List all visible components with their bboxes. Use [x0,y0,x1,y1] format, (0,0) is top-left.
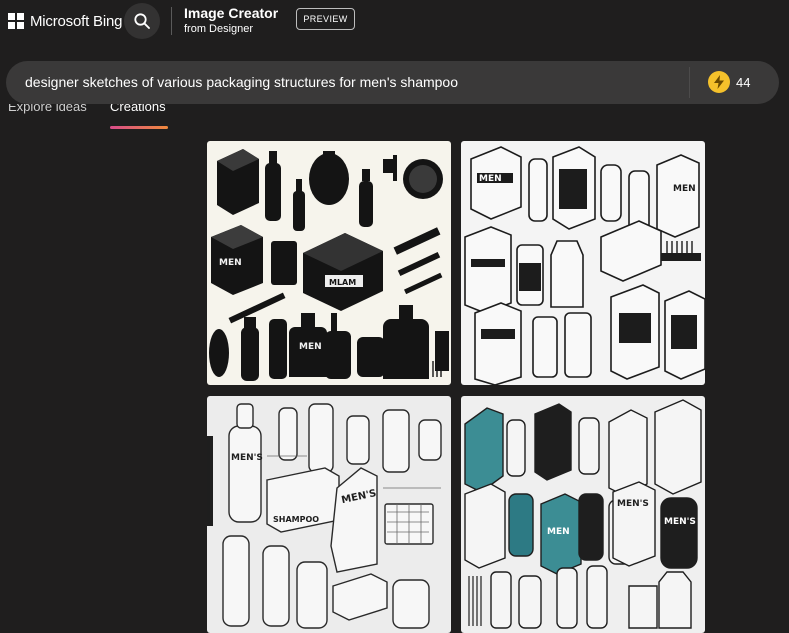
tab-creations[interactable]: Creations [110,104,170,117]
microsoft-logo-icon [8,13,24,29]
active-tab-indicator [110,126,168,129]
app-title[interactable]: Image Creator [184,5,278,21]
generated-image-1[interactable]: MEN MEN MLAM [207,141,451,385]
image-4-label-3: MEN'S [664,517,696,527]
generated-image-3[interactable]: MEN'S MEN'S SHAMPOO [207,396,451,633]
search-icon [134,13,150,29]
image-4-illustration: MEN MEN'S MEN'S [464,399,702,629]
image-2-label-2: MEN [673,184,696,194]
generated-image-2[interactable]: MEN MEN [461,141,705,385]
image-2-label-1: MEN [479,174,502,184]
prompt-divider [689,67,690,98]
header-divider [171,7,172,35]
image-3-label-3: SHAMPOO [273,515,319,524]
preview-badge: PREVIEW [296,8,355,30]
prompt-input[interactable]: designer sketches of various packaging s… [25,74,458,90]
boost-count: 44 [736,75,751,90]
image-1-label-2: MEN [299,342,322,352]
image-1-label-3: MLAM [329,278,356,287]
page: Microsoft Bing Image Creator from Design… [0,0,789,633]
bing-brand[interactable]: Microsoft Bing [8,9,122,33]
generated-image-4[interactable]: MEN MEN'S MEN'S [461,396,705,633]
app-subtitle: from Designer [184,23,254,35]
image-3-illustration: MEN'S MEN'S SHAMPOO [207,403,442,629]
search-button[interactable] [124,3,160,39]
image-1-label-1: MEN [219,258,242,268]
lightning-bolt-icon[interactable] [708,71,730,93]
image-2-illustration: MEN MEN [464,146,705,385]
image-4-label-1: MEN [547,527,570,537]
image-1-illustration: MEN MEN MLAM [209,149,449,381]
prompt-bar[interactable]: designer sketches of various packaging s… [6,61,779,104]
tab-explore-ideas[interactable]: Explore ideas [8,104,88,117]
image-4-label-2: MEN'S [617,499,649,509]
header: Microsoft Bing Image Creator from Design… [0,0,789,44]
image-3-label-1: MEN'S [231,453,263,463]
brand-label: Microsoft Bing [30,12,123,30]
